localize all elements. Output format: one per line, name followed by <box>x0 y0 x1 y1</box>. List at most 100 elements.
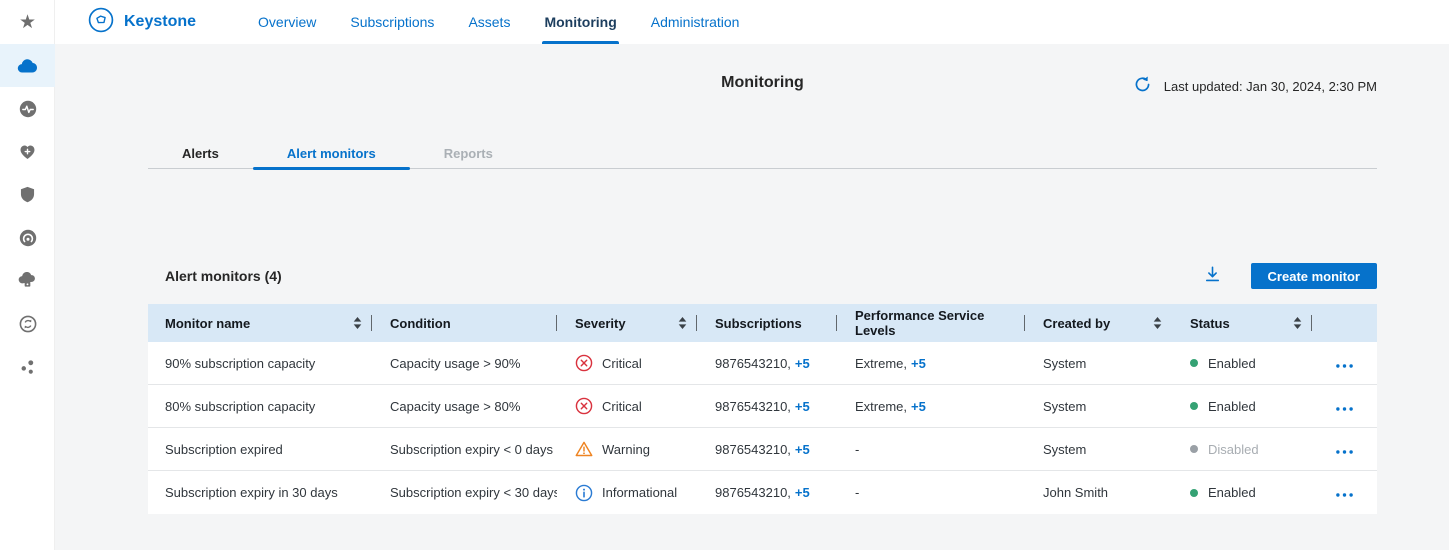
subscriptions-more-link[interactable]: +5 <box>795 399 810 414</box>
subscriptions-more-link[interactable]: +5 <box>795 356 810 371</box>
cell-performance-service-levels: Extreme, +5 <box>837 399 1025 414</box>
psl-more-link[interactable]: +5 <box>911 356 926 371</box>
share-icon <box>20 359 35 375</box>
table-header: Monitor name Condition Severity Subscriptio… <box>148 304 1377 342</box>
column-header-severity[interactable]: Severity <box>557 304 697 342</box>
sort-icon[interactable] <box>1153 317 1162 329</box>
main-content: Monitoring Last updated: Jan 30, 2024, 2… <box>55 44 1449 550</box>
cell-monitor-name: Subscription expired <box>148 442 372 457</box>
brand-logo[interactable]: Keystone <box>88 7 196 38</box>
status-dot <box>1190 359 1198 367</box>
nav-item-overview[interactable]: Overview <box>256 0 318 44</box>
psl-text: Extreme, <box>855 399 907 414</box>
subscriptions-more-link[interactable]: +5 <box>795 485 810 500</box>
sidebar-item-activity[interactable] <box>0 87 55 130</box>
download-button[interactable] <box>1202 264 1223 288</box>
psl-text: Extreme, <box>855 356 907 371</box>
keystone-logo-icon <box>88 7 114 38</box>
row-actions-button[interactable] <box>1332 481 1357 504</box>
column-label: Severity <box>575 316 626 331</box>
tab-reports: Reports <box>410 138 527 168</box>
appliance-icon <box>19 229 37 247</box>
sort-icon[interactable] <box>1293 317 1302 329</box>
cell-severity: Critical <box>557 354 697 372</box>
cell-status: Enabled <box>1172 356 1312 371</box>
cell-created-by: John Smith <box>1025 485 1172 500</box>
cell-created-by: System <box>1025 356 1172 371</box>
column-label: Status <box>1190 316 1230 331</box>
psl-text: - <box>855 485 859 500</box>
subscriptions-text: 9876543210, <box>715 399 791 414</box>
sidebar-item-sync[interactable] <box>0 302 55 345</box>
health-plus-icon <box>19 144 36 160</box>
subscriptions-text: 9876543210, <box>715 485 791 500</box>
cell-severity: Warning <box>557 440 697 458</box>
column-label: Created by <box>1043 316 1110 331</box>
column-header-condition: Condition <box>372 304 557 342</box>
severity-text: Warning <box>602 442 650 457</box>
severity-text: Informational <box>602 485 677 500</box>
cell-created-by: System <box>1025 442 1172 457</box>
nav-item-assets[interactable]: Assets <box>466 0 512 44</box>
refresh-icon <box>1133 75 1152 97</box>
section-title: Alert monitors (4) <box>148 268 282 284</box>
ellipsis-icon <box>1336 442 1353 457</box>
table-row: 90% subscription capacity Capacity usage… <box>148 342 1377 385</box>
nav-item-monitoring[interactable]: Monitoring <box>542 0 618 44</box>
create-monitor-button[interactable]: Create monitor <box>1251 263 1377 289</box>
sidebar-item-health-plus[interactable] <box>0 130 55 173</box>
star-icon: ★ <box>19 13 36 32</box>
column-header-status[interactable]: Status <box>1172 304 1312 342</box>
column-label: Performance Service Levels <box>855 308 1015 338</box>
column-header-created-by[interactable]: Created by <box>1025 304 1172 342</box>
sort-icon[interactable] <box>353 317 362 329</box>
sidebar-item-share[interactable] <box>0 345 55 388</box>
psl-more-link[interactable]: +5 <box>911 399 926 414</box>
status-dot <box>1190 445 1198 453</box>
activity-icon <box>19 100 37 118</box>
table-row: 80% subscription capacity Capacity usage… <box>148 385 1377 428</box>
sidebar-item-cloud-lock[interactable] <box>0 259 55 302</box>
condition-text: Subscription expiry < 0 days <box>390 442 553 457</box>
created-by-text: System <box>1043 356 1086 371</box>
sync-icon <box>19 315 37 333</box>
tab-alerts[interactable]: Alerts <box>148 138 253 168</box>
cell-condition: Capacity usage > 80% <box>372 399 557 414</box>
cell-subscriptions: 9876543210,+5 <box>697 442 837 457</box>
sidebar-item-appliance[interactable] <box>0 216 55 259</box>
cell-condition: Subscription expiry < 0 days <box>372 442 557 457</box>
column-header-actions <box>1312 304 1377 342</box>
monitor-name-text: Subscription expired <box>165 442 283 457</box>
sidebar-item-star[interactable]: ★ <box>0 0 55 44</box>
row-actions-button[interactable] <box>1332 438 1357 461</box>
warning-icon <box>575 440 593 458</box>
alert-monitors-table: Monitor name Condition Severity Subscriptio… <box>148 304 1377 514</box>
cell-monitor-name: 90% subscription capacity <box>148 356 372 371</box>
brand-name: Keystone <box>124 13 196 31</box>
ellipsis-icon <box>1336 399 1353 414</box>
subscriptions-more-link[interactable]: +5 <box>795 442 810 457</box>
sort-icon[interactable] <box>678 317 687 329</box>
refresh-button[interactable] <box>1133 75 1152 97</box>
column-header-monitor-name[interactable]: Monitor name <box>148 304 372 342</box>
critical-icon <box>575 397 593 415</box>
sidebar-item-shield[interactable] <box>0 173 55 216</box>
column-header-subscriptions: Subscriptions <box>697 304 837 342</box>
nav-item-administration[interactable]: Administration <box>649 0 742 44</box>
cell-performance-service-levels: - <box>837 485 1025 500</box>
row-actions-button[interactable] <box>1332 352 1357 375</box>
info-icon <box>575 484 593 502</box>
cell-subscriptions: 9876543210, +5 <box>697 399 837 414</box>
row-actions-button[interactable] <box>1332 395 1357 418</box>
condition-text: Capacity usage > 80% <box>390 399 520 414</box>
cell-actions <box>1312 352 1377 375</box>
column-label: Subscriptions <box>715 316 802 331</box>
status-text: Disabled <box>1208 442 1259 457</box>
sidebar-item-cloud[interactable] <box>0 44 55 87</box>
nav-item-subscriptions[interactable]: Subscriptions <box>348 0 436 44</box>
app-sidebar: ★ <box>0 0 55 550</box>
column-label: Monitor name <box>165 316 250 331</box>
status-dot <box>1190 402 1198 410</box>
tab-alert-monitors[interactable]: Alert monitors <box>253 138 410 168</box>
created-by-text: System <box>1043 442 1086 457</box>
